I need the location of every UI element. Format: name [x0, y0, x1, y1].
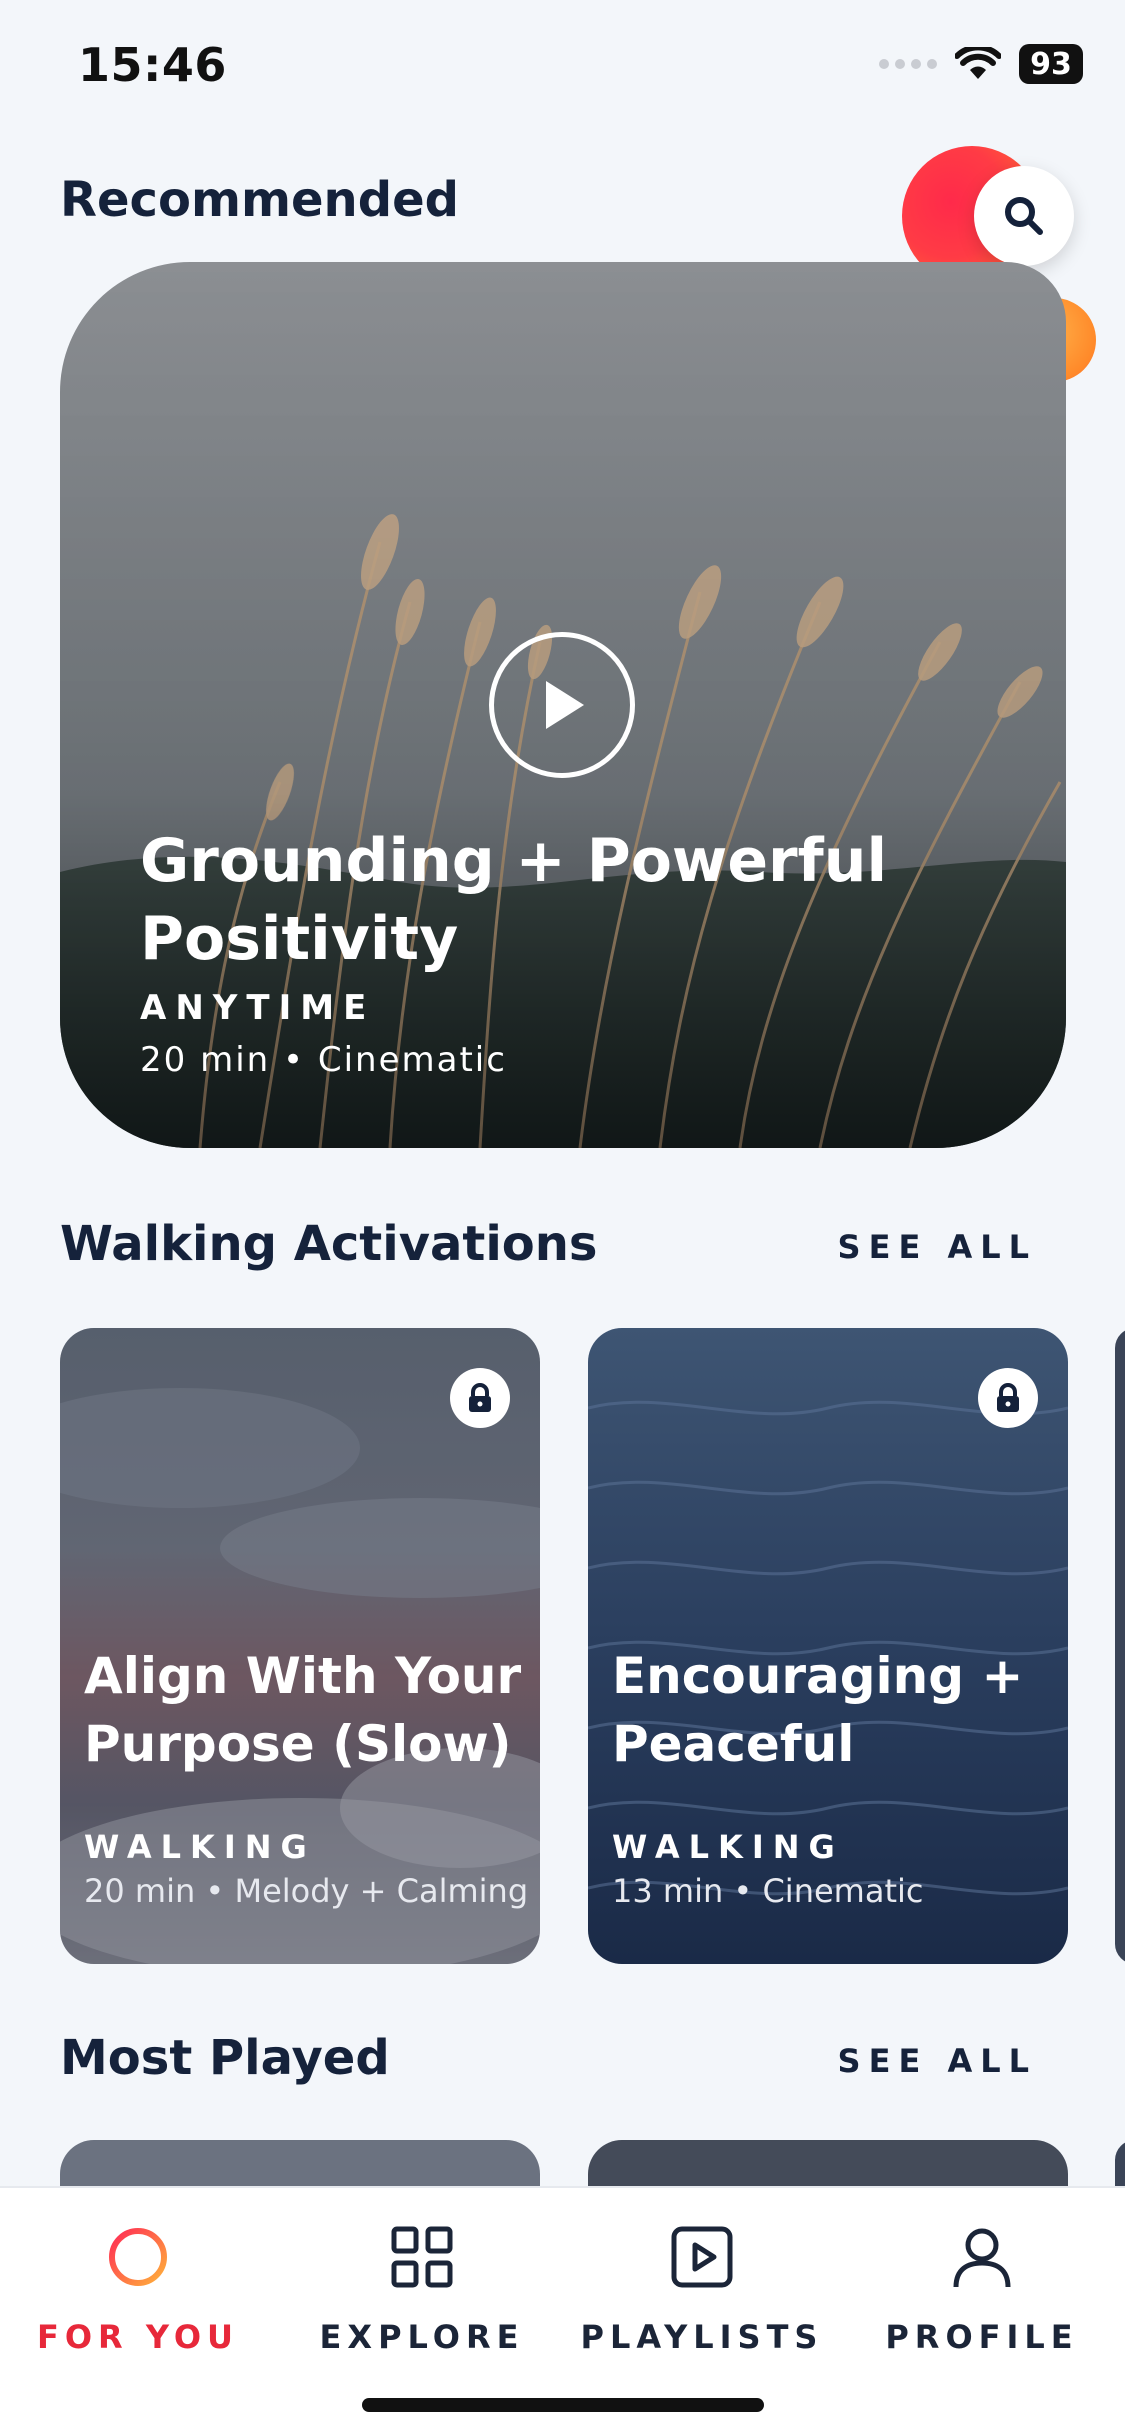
hero-category: ANYTIME: [140, 988, 376, 1028]
recommended-heading: Recommended: [60, 172, 459, 228]
lock-icon: [997, 1383, 1019, 1412]
card-title: Encouraging + Peaceful: [612, 1647, 1024, 1773]
walking-card[interactable]: Encouraging + Peaceful WALKING 13 min • …: [588, 1328, 1068, 1964]
nav-tab-for-you[interactable]: FOR YOU: [8, 2212, 268, 2356]
lock-badge: [450, 1368, 510, 1428]
walking-activations-heading: Walking Activations: [60, 1216, 598, 1272]
home-indicator[interactable]: [362, 2398, 764, 2412]
nav-tab-explore[interactable]: EXPLORE: [292, 2212, 552, 2356]
signal-icon: [879, 59, 937, 69]
card-title: Align With Your Purpose (Slow): [84, 1647, 522, 1773]
play-button[interactable]: [489, 632, 635, 778]
app-screen: 15:46 93 Recommended Grounding + Powerfu…: [0, 0, 1125, 2436]
nav-label: PLAYLISTS: [580, 2318, 824, 2356]
play-square-icon: [671, 2226, 733, 2288]
card-category: WALKING: [612, 1828, 844, 1866]
status-time: 15:46: [78, 38, 227, 92]
nav-tab-playlists[interactable]: PLAYLISTS: [572, 2212, 832, 2356]
most-played-heading: Most Played: [60, 2030, 390, 2086]
status-icons: 93: [879, 44, 1083, 84]
nav-label: FOR YOU: [36, 2318, 240, 2356]
walking-card[interactable]: Align With Your Purpose (Slow) WALKING 2…: [60, 1328, 540, 1964]
nav-label: EXPLORE: [319, 2318, 525, 2356]
person-icon: [953, 2228, 1011, 2288]
walking-card-peek[interactable]: [1115, 1328, 1125, 1964]
nav-label: PROFILE: [885, 2318, 1079, 2356]
most-played-see-all-link[interactable]: SEE ALL: [838, 2042, 1037, 2080]
search-icon: [1005, 197, 1043, 235]
hero-meta: 20 min • Cinematic: [140, 1040, 507, 1080]
card-meta: 20 min • Melody + Calming: [84, 1872, 529, 1910]
nav-tab-profile[interactable]: PROFILE: [852, 2212, 1112, 2356]
search-button[interactable]: [974, 166, 1074, 266]
card-category: WALKING: [84, 1828, 316, 1866]
card-meta: 13 min • Cinematic: [612, 1872, 924, 1910]
battery-indicator: 93: [1019, 44, 1083, 84]
wifi-icon: [955, 47, 1001, 79]
lock-icon: [469, 1383, 491, 1412]
walking-see-all-link[interactable]: SEE ALL: [838, 1228, 1037, 1266]
ring-icon: [109, 2228, 167, 2286]
lock-badge: [978, 1368, 1038, 1428]
grid-icon: [391, 2226, 453, 2288]
recommended-hero-card[interactable]: Grounding + Powerful Positivity ANYTIME …: [60, 262, 1066, 1148]
play-icon: [546, 681, 584, 729]
hero-title: Grounding + Powerful Positivity: [140, 826, 888, 974]
